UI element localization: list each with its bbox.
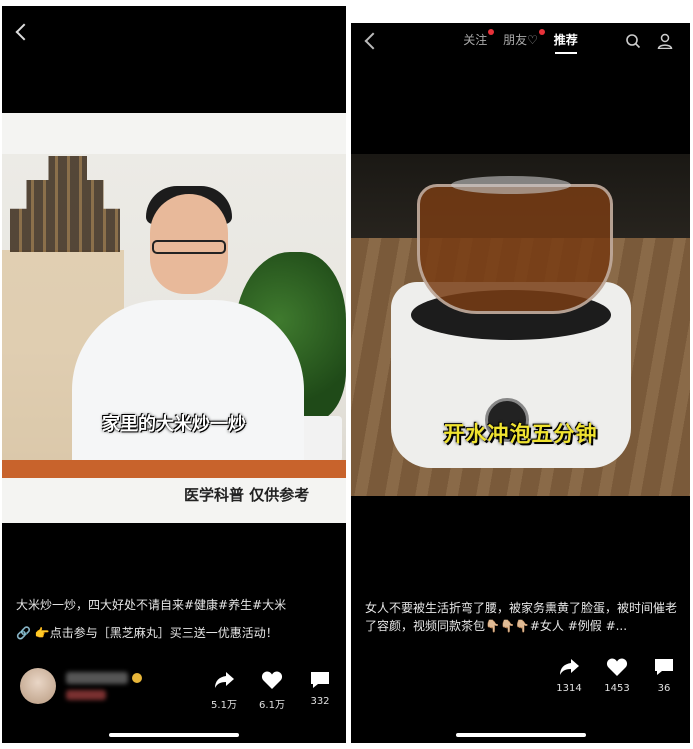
glasses <box>152 240 226 254</box>
video-description[interactable]: 女人不要被生活折弯了腰，被家务熏黄了脸蛋，被时间催老了容颜，视频同款茶包👇🏼👇🏼… <box>365 599 681 635</box>
author-tag-blurred <box>66 690 106 700</box>
teapot-lid <box>451 176 571 194</box>
comment-icon <box>311 672 329 688</box>
jars <box>10 156 120 252</box>
right-video-screen: 关注 朋友♡ 推荐 开水冲泡五分钟 女人不要被生活折弯了腰，被家务熏黄了脸蛋，被… <box>351 23 690 743</box>
promo-link[interactable]: 🔗 👉点击参与［黑芝麻丸］买三送一优惠活动！ <box>16 624 278 641</box>
link-icon: 🔗 <box>16 626 35 640</box>
video-content[interactable]: 开水冲泡五分钟 <box>351 154 690 496</box>
promo-label: 👉点击参与［黑芝麻丸］买三送一优惠活动！ <box>34 626 278 640</box>
notification-dot <box>488 29 495 35</box>
desk <box>2 460 346 478</box>
notification-dot <box>538 29 545 35</box>
like-button[interactable]: 1453 <box>597 657 637 694</box>
share-icon <box>560 659 579 675</box>
video-description[interactable]: 大米炒一炒，四大好处不请自来#健康#养生#大米 <box>16 596 336 614</box>
glass-teapot <box>417 184 613 314</box>
share-count: 5.1万 <box>211 700 237 711</box>
share-icon <box>215 672 234 688</box>
tab-friends[interactable]: 朋友♡ <box>503 29 545 48</box>
like-button[interactable]: 6.1万 <box>252 670 292 711</box>
home-indicator <box>455 733 586 737</box>
share-count: 1314 <box>556 683 582 694</box>
comment-button[interactable]: 36 <box>644 657 684 694</box>
author-name-blurred[interactable] <box>66 672 128 684</box>
comment-button[interactable]: 332 <box>300 670 340 707</box>
share-button[interactable]: 1314 <box>549 657 589 694</box>
left-video-screen: 家里的大米炒一炒 医学科普 仅供参考 大米炒一炒，四大好处不请自来#健康#养生#… <box>2 6 346 743</box>
share-button[interactable]: 5.1万 <box>204 670 244 711</box>
video-content[interactable]: 家里的大米炒一炒 <box>2 154 346 478</box>
comment-count: 36 <box>657 683 671 694</box>
video-caption: 家里的大米炒一炒 <box>102 414 246 435</box>
search-icon[interactable] <box>625 33 641 49</box>
tab-following[interactable]: 关注 <box>463 29 495 48</box>
heart-icon <box>261 671 283 689</box>
comment-icon <box>655 659 673 675</box>
heart-icon <box>606 658 628 676</box>
back-icon[interactable] <box>15 23 33 41</box>
video-caption: 开水冲泡五分钟 <box>443 422 598 446</box>
tab-recommended[interactable]: 推荐 <box>554 31 578 54</box>
presenter <box>72 300 304 478</box>
user-icon[interactable] <box>657 33 673 49</box>
author-avatar[interactable] <box>20 668 56 704</box>
like-count: 1453 <box>604 683 630 694</box>
home-indicator <box>109 733 239 737</box>
video-watermark: 医学科普 仅供参考 <box>184 486 310 504</box>
comment-count: 332 <box>310 696 330 707</box>
like-count: 6.1万 <box>259 700 285 711</box>
verified-icon <box>132 673 142 683</box>
